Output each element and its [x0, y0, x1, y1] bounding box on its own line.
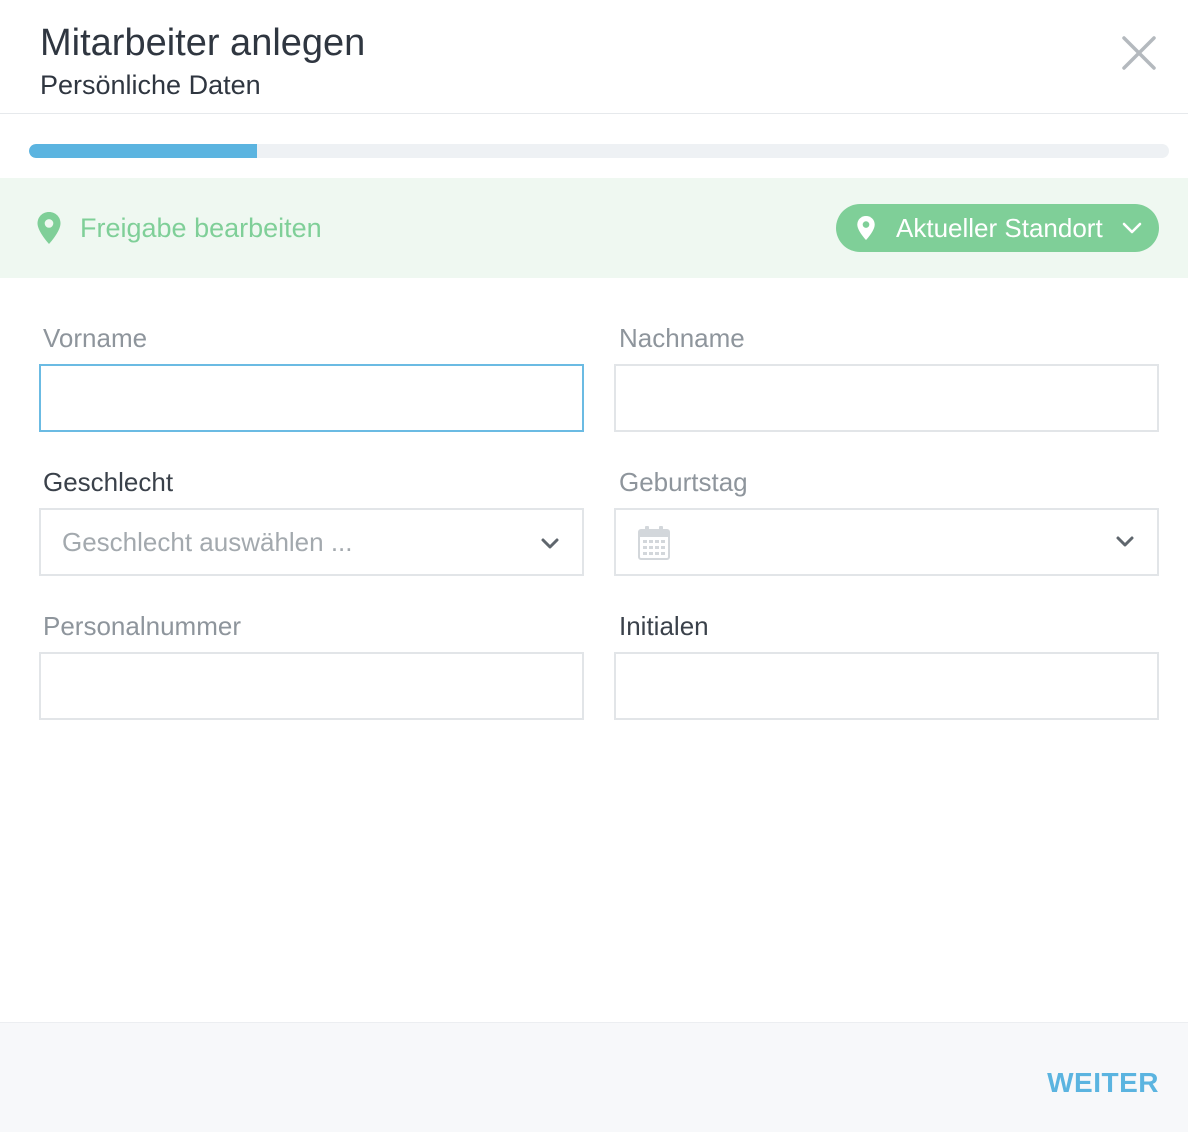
- calendar-icon: [638, 526, 670, 560]
- gender-select-placeholder: Geschlecht auswählen ...: [62, 526, 353, 557]
- gender-label: Geschlecht: [43, 467, 174, 497]
- birthday-datepicker[interactable]: [614, 508, 1159, 576]
- progress-bar: [29, 144, 1169, 158]
- map-pin-icon: [37, 212, 61, 244]
- last-name-label: Nachname: [619, 323, 745, 353]
- close-button[interactable]: [1118, 32, 1160, 74]
- dialog-subtitle: Persönliche Daten: [40, 70, 261, 100]
- map-pin-icon: [857, 216, 875, 240]
- edit-sharing-label: Freigabe bearbeiten: [80, 212, 322, 243]
- initials-input[interactable]: [616, 654, 1157, 718]
- first-name-input[interactable]: [41, 366, 582, 430]
- last-name-input[interactable]: [616, 366, 1157, 430]
- chevron-down-icon: [1122, 222, 1142, 234]
- chevron-down-icon: [541, 538, 559, 549]
- dialog-footer: WEITER: [0, 1022, 1188, 1132]
- chevron-down-icon: [1116, 536, 1134, 547]
- next-button[interactable]: WEITER: [1047, 1067, 1159, 1099]
- initials-label: Initialen: [619, 611, 709, 641]
- location-bar: Freigabe bearbeiten Aktueller Standort: [0, 178, 1188, 278]
- close-icon: [1122, 36, 1156, 70]
- personnel-number-label: Personalnummer: [43, 611, 241, 641]
- first-name-label: Vorname: [43, 323, 148, 353]
- gender-select[interactable]: Geschlecht auswählen ...: [39, 508, 584, 576]
- last-name-field-wrapper: [614, 364, 1159, 432]
- dialog-header: Mitarbeiter anlegen Persönliche Daten: [0, 0, 1188, 114]
- edit-sharing-link[interactable]: Freigabe bearbeiten: [36, 208, 322, 248]
- birthday-label: Geburtstag: [619, 467, 748, 497]
- location-selector-label: Aktueller Standort: [896, 212, 1103, 243]
- location-selector[interactable]: Aktueller Standort: [836, 204, 1159, 252]
- personnel-number-field-wrapper: [39, 652, 584, 720]
- initials-field-wrapper: [614, 652, 1159, 720]
- dialog-title: Mitarbeiter anlegen: [40, 22, 366, 64]
- create-employee-dialog: Mitarbeiter anlegen Persönliche Daten Fr…: [0, 0, 1188, 1132]
- first-name-field-wrapper: [39, 364, 584, 432]
- progress-bar-fill: [29, 144, 257, 158]
- personnel-number-input[interactable]: [41, 654, 582, 718]
